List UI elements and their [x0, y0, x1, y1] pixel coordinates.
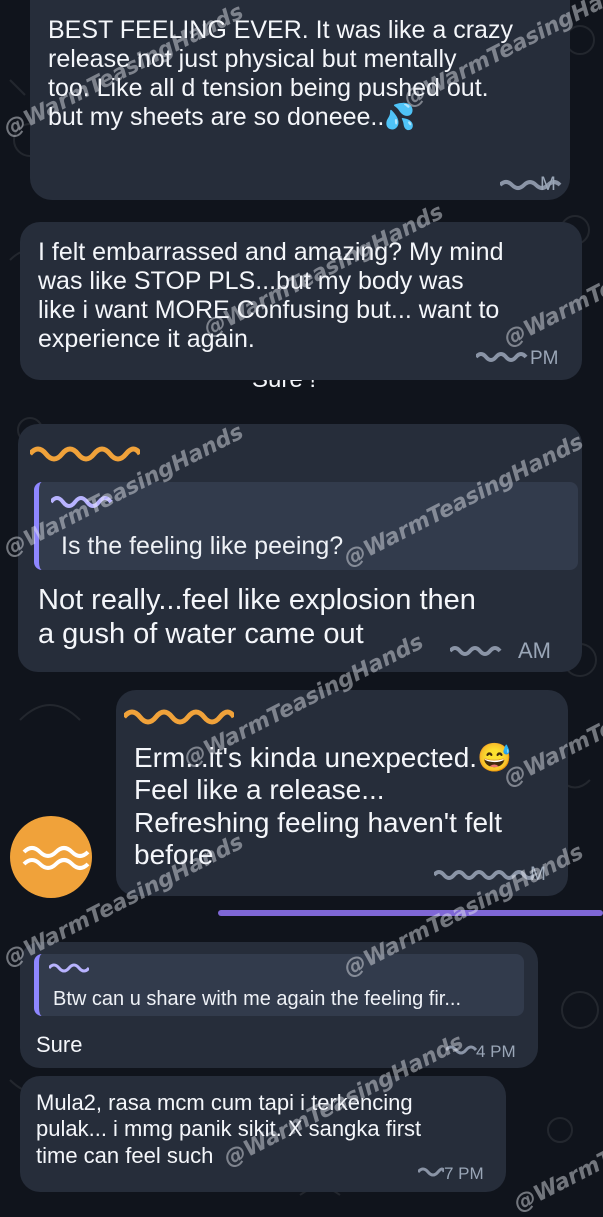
message-3-time: AM — [518, 638, 551, 663]
message-4-line-2: Feel like a release... — [134, 774, 385, 806]
message-1-line-4: but my sheets are so doneee..💦 — [48, 103, 416, 131]
message-2-line-1: I felt embarrassed and amazing? My mind — [38, 238, 504, 266]
redacted-time-scribble — [476, 352, 528, 362]
watermark: @WarmTeasingHands — [510, 1074, 603, 1217]
redacted-quote-author-scribble — [49, 963, 89, 973]
message-5-time: 4 PM — [476, 1042, 516, 1061]
reply-quote-text: Btw can u share with me again the feelin… — [53, 988, 461, 1010]
message-bubble-1[interactable]: BEST FEELING EVER. It was like a crazy r… — [30, 0, 570, 200]
redacted-sender-name-scribble — [124, 709, 234, 725]
redacted-sender-name-scribble — [30, 446, 140, 462]
reply-quote-text: Is the feeling like peeing? — [61, 532, 344, 560]
message-4-line-3: Refreshing feeling haven't felt — [134, 806, 503, 838]
partial-message-text: Sure ! — [230, 380, 360, 394]
message-1-time: M — [540, 174, 556, 195]
message-bubble-2[interactable]: I felt embarrassed and amazing? My mind … — [20, 222, 582, 380]
section-divider — [218, 910, 603, 916]
message-1-line-1: BEST FEELING EVER. It was like a crazy — [48, 16, 513, 44]
message-6-time: 7 PM — [444, 1164, 484, 1183]
redacted-time-scribble — [450, 646, 502, 656]
redacted-time-scribble — [500, 180, 562, 190]
message-5-line-1: Sure — [36, 1032, 83, 1057]
redacted-avatar-scribble — [22, 846, 90, 870]
redacted-time-scribble — [418, 1167, 444, 1177]
message-2-time: PM — [530, 348, 559, 369]
message-2-line-4: experience it again. — [38, 325, 255, 353]
message-bubble-3[interactable]: Is the feeling like peeing? Not really..… — [18, 424, 582, 672]
message-6-line-2: pulak... i mmg panik sikit. X sangka fir… — [36, 1116, 422, 1142]
message-3-line-1: Not really...feel like explosion then — [38, 584, 476, 616]
sender-avatar[interactable] — [10, 816, 92, 898]
reply-quote[interactable]: Btw can u share with me again the feelin… — [34, 954, 524, 1016]
